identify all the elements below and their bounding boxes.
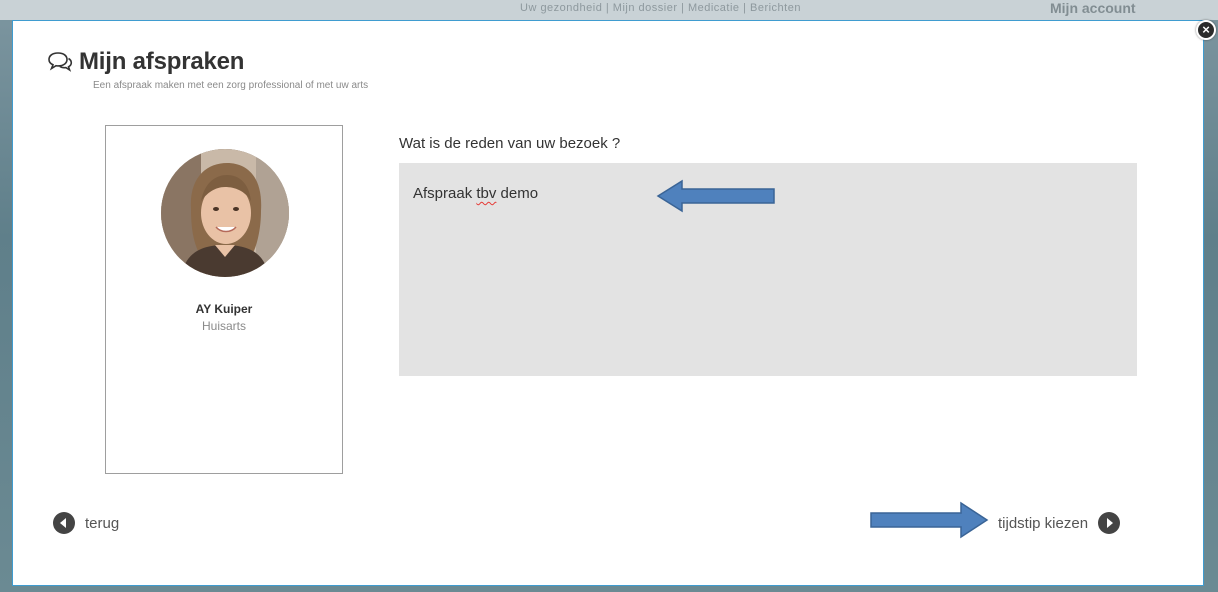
doctor-name: AY Kuiper — [195, 302, 253, 316]
modal-header: Mijn afspraken Een afspraak maken met ee… — [47, 48, 368, 91]
annotation-arrow-left-icon — [656, 179, 775, 213]
close-icon: × — [1202, 22, 1210, 37]
doctor-avatar — [161, 149, 289, 277]
choose-time-button[interactable]: tijdstip kiezen — [998, 512, 1121, 534]
reason-question: Wat is de reden van uw bezoek ? — [399, 135, 621, 152]
background-nav: Uw gezondheid | Mijn dossier | Medicatie… — [520, 2, 801, 14]
chevron-right-circle-icon — [1098, 512, 1121, 534]
back-button-label: terug — [85, 514, 120, 532]
modal-title: Mijn afspraken — [79, 48, 245, 75]
back-button[interactable]: terug — [53, 512, 119, 534]
doctor-card[interactable]: AY Kuiper Huisarts — [105, 125, 343, 474]
modal-subtitle: Een afspraak maken met een zorg professi… — [93, 80, 369, 91]
choose-time-label: tijdstip kiezen — [998, 514, 1089, 532]
reason-text-prefix: Afspraak — [413, 185, 477, 202]
annotation-arrow-right-icon — [870, 501, 989, 539]
reason-text-misspelled: tbv — [476, 185, 497, 202]
chevron-left-circle-icon — [53, 512, 75, 534]
doctor-role: Huisarts — [201, 319, 246, 333]
reason-text-suffix: demo — [496, 185, 539, 202]
chat-bubbles-icon — [48, 52, 73, 72]
close-button[interactable]: × — [1196, 20, 1216, 40]
appointment-modal: Mijn afspraken Een afspraak maken met ee… — [12, 20, 1204, 586]
background-account-link: Mijn account — [1050, 0, 1136, 16]
